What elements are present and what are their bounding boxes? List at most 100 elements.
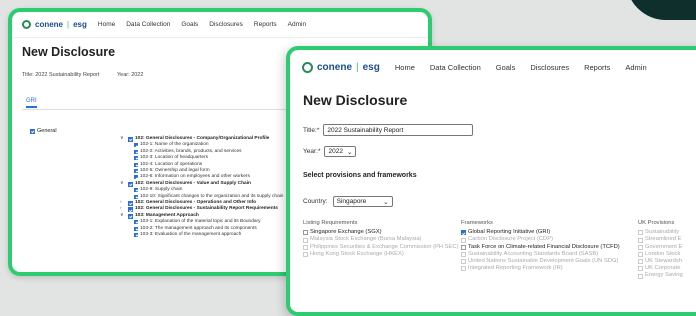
item-checkbox[interactable] [134, 149, 138, 154]
option-label: Task Force on Climate-related Financial … [468, 243, 620, 250]
group-checkbox[interactable] [128, 201, 133, 207]
option-label: United Nations Sustainable Development G… [468, 258, 619, 265]
option-checkbox [638, 251, 643, 257]
option-label: Sustainability Accounting Standards Boar… [468, 250, 599, 257]
front-navbar: conene | esg Home Data Collection Goals … [290, 50, 696, 84]
provision-option: Carbon Disclosure Project (CDP) [461, 236, 620, 243]
option-label: Integrated Reporting Framework (IR) [468, 265, 563, 272]
item-checkbox[interactable] [134, 188, 138, 193]
tab-gri[interactable]: GRI [26, 98, 37, 108]
option-checkbox[interactable] [303, 230, 308, 236]
logo[interactable]: conene | esg [302, 61, 380, 73]
nav-home[interactable]: Home [395, 63, 415, 72]
title-label: Title:* [303, 126, 320, 134]
option-checkbox [461, 266, 466, 272]
option-checkbox [638, 266, 643, 272]
provision-option: Malaysia Stock Exchange (Bursa Malaysia) [303, 236, 459, 243]
general-checkbox-row[interactable]: General [30, 128, 57, 134]
nav-goals[interactable]: Goals [181, 21, 198, 28]
option-label: Government E [645, 243, 683, 250]
year-select[interactable]: 2022 ⌄ [324, 146, 357, 157]
group-checkbox[interactable] [128, 181, 133, 187]
option-checkbox [303, 237, 308, 243]
item-checkbox[interactable] [134, 143, 138, 148]
nav-data-collection[interactable]: Data Collection [430, 63, 481, 72]
provision-option[interactable]: Global Reporting Initiative (GRI) [461, 229, 620, 236]
option-label: Streamlined E [645, 236, 682, 243]
title-input[interactable] [323, 124, 474, 136]
provision-option: Integrated Reporting Framework (IR) [461, 265, 620, 272]
provision-option[interactable]: Singapore Exchange (SGX) [303, 229, 459, 236]
provision-option: Hong Kong Stock Exchange (HKEX) [303, 251, 459, 258]
country-select[interactable]: Singapore ⌄ [332, 196, 393, 207]
front-window: conene | esg Home Data Collection Goals … [286, 46, 696, 316]
nav-data-collection[interactable]: Data Collection [126, 21, 170, 28]
nav-goals[interactable]: Goals [496, 63, 516, 72]
nav-home[interactable]: Home [98, 21, 115, 28]
column-heading: Listing Requirements [303, 220, 358, 226]
country-field: Country: Singapore ⌄ [303, 196, 393, 207]
group-checkbox[interactable] [128, 213, 133, 219]
option-label: Philippines Securities & Exchange Commis… [310, 243, 459, 250]
option-checkbox[interactable] [461, 230, 466, 236]
option-label: Global Reporting Initiative (GRI) [468, 229, 551, 236]
title-field: Title:* [303, 124, 474, 136]
nav-reports[interactable]: Reports [254, 21, 277, 28]
item-checkbox[interactable] [134, 220, 138, 225]
nav-admin[interactable]: Admin [625, 63, 646, 72]
year-value[interactable]: 2022 [131, 72, 143, 78]
item-checkbox[interactable] [134, 175, 138, 180]
provision-option: UK Corporate [638, 265, 683, 272]
chevron-down-icon: ⌄ [346, 148, 353, 156]
group-checkbox[interactable] [128, 137, 133, 142]
provision-option[interactable]: Task Force on Climate-related Financial … [461, 244, 620, 251]
option-checkbox [461, 259, 466, 265]
logo-ring-icon [22, 20, 31, 29]
logo[interactable]: conene | esg [22, 20, 87, 29]
year-label: Year:* [303, 148, 321, 155]
column-uk-provisions: UK Provisions Sustainability Streamlined E… [638, 220, 683, 280]
provision-option: UK Stewardsh [638, 258, 683, 265]
option-checkbox [638, 244, 643, 250]
column-listing-requirements: Listing Requirements Singapore Exchange (… [303, 220, 459, 258]
tree-item[interactable]: 103-3: Evaluation of the management appr… [120, 232, 310, 238]
option-label: UK Stewardsh [645, 258, 683, 265]
item-checkbox[interactable] [134, 156, 138, 161]
option-label: Singapore Exchange (SGX) [310, 229, 382, 236]
chevron-down-icon: ⌄ [383, 198, 389, 206]
item-checkbox[interactable] [134, 194, 138, 199]
chevron-down-icon[interactable]: ∨ [120, 181, 126, 187]
option-label: Malaysia Stock Exchange (Bursa Malaysia) [310, 236, 422, 243]
column-heading: UK Provisions [638, 220, 675, 226]
option-label: London Stock [645, 250, 681, 257]
nav-disclosures[interactable]: Disclosures [530, 63, 569, 72]
option-checkbox [303, 244, 308, 250]
group-checkbox[interactable] [128, 207, 133, 213]
back-fields: Title: 2022 Sustainability Report Year: … [22, 72, 143, 78]
nav-reports[interactable]: Reports [584, 63, 610, 72]
item-checkbox[interactable] [134, 233, 138, 238]
item-checkbox[interactable] [134, 169, 138, 174]
option-checkbox [638, 237, 643, 243]
nav-disclosures[interactable]: Disclosures [209, 21, 243, 28]
provision-option: Streamlined E [638, 236, 683, 243]
provision-option: Sustainability Accounting Standards Boar… [461, 251, 620, 258]
corner-decoration [626, 0, 696, 20]
option-label: UK Corporate [645, 265, 681, 272]
title-value[interactable]: 2022 Sustainability Report [35, 72, 99, 78]
title-label: Title: [22, 72, 34, 78]
provision-option: London Stock [638, 251, 683, 258]
option-label: Energy Saving [645, 272, 683, 279]
option-checkbox[interactable] [461, 244, 466, 250]
chevron-down-icon[interactable]: ∨ [120, 136, 126, 142]
nav-admin[interactable]: Admin [288, 21, 306, 28]
item-checkbox[interactable] [134, 226, 138, 231]
chevron-down-icon[interactable]: ∨ [120, 213, 126, 219]
year-field: Year: 2022 [117, 72, 143, 78]
option-checkbox [638, 273, 643, 279]
provision-option: Sustainability [638, 229, 683, 236]
option-checkbox [461, 251, 466, 257]
general-checkbox[interactable] [30, 128, 35, 134]
general-label: General [37, 128, 57, 134]
item-checkbox[interactable] [134, 162, 138, 167]
